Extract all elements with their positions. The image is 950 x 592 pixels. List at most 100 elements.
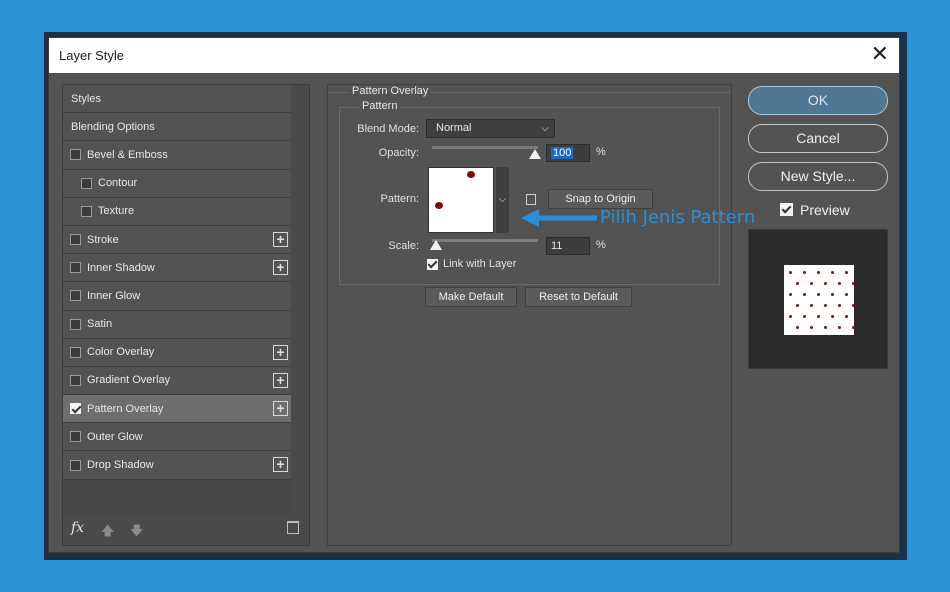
preview-checkbox[interactable] xyxy=(780,203,793,216)
new-style-button[interactable]: New Style... xyxy=(748,162,888,191)
section-title: Pattern Overlay xyxy=(349,85,432,97)
preview-pattern-dot xyxy=(817,315,820,318)
move-up-icon[interactable]: 🡅 xyxy=(101,522,114,544)
styles-list-scrollbar[interactable] xyxy=(291,85,309,515)
fx-icon[interactable]: fx xyxy=(71,520,84,536)
preview-pattern-dot xyxy=(831,293,834,296)
close-icon[interactable]: ✕ xyxy=(871,42,889,66)
preview-pattern-dot xyxy=(852,282,855,285)
preview-pattern-dot xyxy=(810,282,813,285)
link-with-layer-label: Link with Layer xyxy=(443,258,517,270)
snap-to-origin-button[interactable]: Snap to Origin xyxy=(548,189,653,209)
blend-mode-select[interactable]: Normal ⌵ xyxy=(426,119,555,138)
trash-icon[interactable] xyxy=(287,521,299,534)
style-item-label: Pattern Overlay xyxy=(87,402,164,415)
style-preview xyxy=(748,229,888,369)
scale-slider-thumb[interactable] xyxy=(430,240,442,250)
opacity-slider-thumb[interactable] xyxy=(529,149,541,159)
scale-input[interactable]: 11 xyxy=(546,237,590,255)
add-effect-icon[interactable]: + xyxy=(273,344,288,360)
style-item-inner-glow[interactable]: Inner Glow xyxy=(63,282,292,311)
style-checkbox[interactable] xyxy=(70,459,81,471)
preview-pattern-dot xyxy=(838,282,841,285)
style-checkbox[interactable] xyxy=(70,149,81,161)
style-item-contour[interactable]: Contour xyxy=(63,169,292,198)
style-checkbox[interactable] xyxy=(70,290,81,302)
add-effect-icon[interactable]: + xyxy=(273,372,288,388)
link-with-layer-checkbox[interactable] xyxy=(427,259,438,270)
add-effect-icon[interactable]: + xyxy=(273,401,288,417)
opacity-slider-track[interactable] xyxy=(432,146,538,149)
styles-panel-footer: fx 🡅 🡇 xyxy=(63,515,309,545)
style-item-label: Bevel & Emboss xyxy=(87,148,168,161)
preview-pattern-dot xyxy=(824,326,827,329)
pattern-dot xyxy=(435,202,443,209)
pattern-picker-dropdown[interactable]: ⌵ xyxy=(496,167,509,233)
preview-pattern-dot xyxy=(845,271,848,274)
opacity-value: 100 xyxy=(551,147,574,159)
style-item-label: Inner Shadow xyxy=(87,261,155,274)
style-item-label: Gradient Overlay xyxy=(87,374,171,387)
preview-pattern-dot xyxy=(824,282,827,285)
opacity-input[interactable]: 100 xyxy=(546,144,590,162)
preview-pattern-dot xyxy=(803,271,806,274)
style-item-pattern-overlay[interactable]: Pattern Overlay + xyxy=(63,395,292,424)
preview-pattern-dot xyxy=(789,293,792,296)
preview-pattern-dot xyxy=(817,271,820,274)
style-item-blending-options[interactable]: Blending Options xyxy=(63,113,292,142)
style-item-bevel-and-emboss[interactable]: Bevel & Emboss xyxy=(63,141,292,170)
style-checkbox[interactable] xyxy=(70,431,81,443)
preview-pattern-dot xyxy=(817,293,820,296)
style-item-satin[interactable]: Satin xyxy=(63,310,292,339)
style-checkbox[interactable] xyxy=(70,262,81,274)
preview-pattern-dot xyxy=(796,326,799,329)
pattern-label: Pattern: xyxy=(380,193,419,205)
style-item-styles[interactable]: Styles xyxy=(63,85,292,114)
add-effect-icon[interactable]: + xyxy=(273,260,288,276)
pattern-swatch[interactable] xyxy=(428,167,494,233)
style-checkbox[interactable] xyxy=(70,374,81,386)
style-item-stroke[interactable]: Stroke + xyxy=(63,225,292,255)
style-checkbox[interactable] xyxy=(81,205,92,217)
preview-pattern-dot xyxy=(803,293,806,296)
styles-list: Styles Blending Options Bevel & Emboss Cont… xyxy=(63,85,292,480)
title-bar: Layer Style ✕ xyxy=(49,38,899,73)
preview-pattern-dot xyxy=(796,304,799,307)
chevron-down-icon: ⌵ xyxy=(541,123,549,134)
blend-mode-value: Normal xyxy=(436,122,472,134)
add-effect-icon[interactable]: + xyxy=(273,231,288,247)
style-item-drop-shadow[interactable]: Drop Shadow + xyxy=(63,451,292,480)
preview-pattern-dot xyxy=(852,326,855,329)
style-item-label: Texture xyxy=(98,205,135,218)
style-item-inner-shadow[interactable]: Inner Shadow + xyxy=(63,254,292,283)
style-item-label: Outer Glow xyxy=(87,430,143,443)
styles-panel: Styles Blending Options Bevel & Emboss Cont… xyxy=(62,84,310,546)
scale-slider-track[interactable] xyxy=(432,239,538,242)
blend-mode-label: Blend Mode: xyxy=(357,123,419,135)
style-item-outer-glow[interactable]: Outer Glow xyxy=(63,423,292,452)
annotation-label: Pilih Jenis Pattern xyxy=(600,207,756,228)
window-title: Layer Style xyxy=(59,48,125,63)
preview-pattern-dot xyxy=(810,304,813,307)
style-checkbox[interactable] xyxy=(70,234,81,246)
style-item-label: Satin xyxy=(87,318,113,331)
style-checkbox[interactable] xyxy=(81,177,92,189)
style-item-label: Blending Options xyxy=(71,120,155,133)
style-item-gradient-overlay[interactable]: Gradient Overlay + xyxy=(63,366,292,396)
style-checkbox[interactable] xyxy=(70,403,81,415)
annotation-arrow-icon xyxy=(521,209,597,227)
make-default-button[interactable]: Make Default xyxy=(425,287,517,307)
preview-pattern-dot xyxy=(831,315,834,318)
style-item-color-overlay[interactable]: Color Overlay + xyxy=(63,338,292,367)
preview-pattern-dot xyxy=(838,326,841,329)
style-item-label: Drop Shadow xyxy=(87,459,154,472)
style-item-texture[interactable]: Texture xyxy=(63,197,292,226)
reset-to-default-button[interactable]: Reset to Default xyxy=(525,287,632,307)
style-checkbox[interactable] xyxy=(70,346,81,358)
ok-button[interactable]: OK xyxy=(748,86,888,115)
cancel-button[interactable]: Cancel xyxy=(748,124,888,153)
new-preset-icon[interactable] xyxy=(526,194,536,205)
add-effect-icon[interactable]: + xyxy=(273,457,288,473)
move-down-icon[interactable]: 🡇 xyxy=(130,522,143,544)
style-checkbox[interactable] xyxy=(70,318,81,330)
